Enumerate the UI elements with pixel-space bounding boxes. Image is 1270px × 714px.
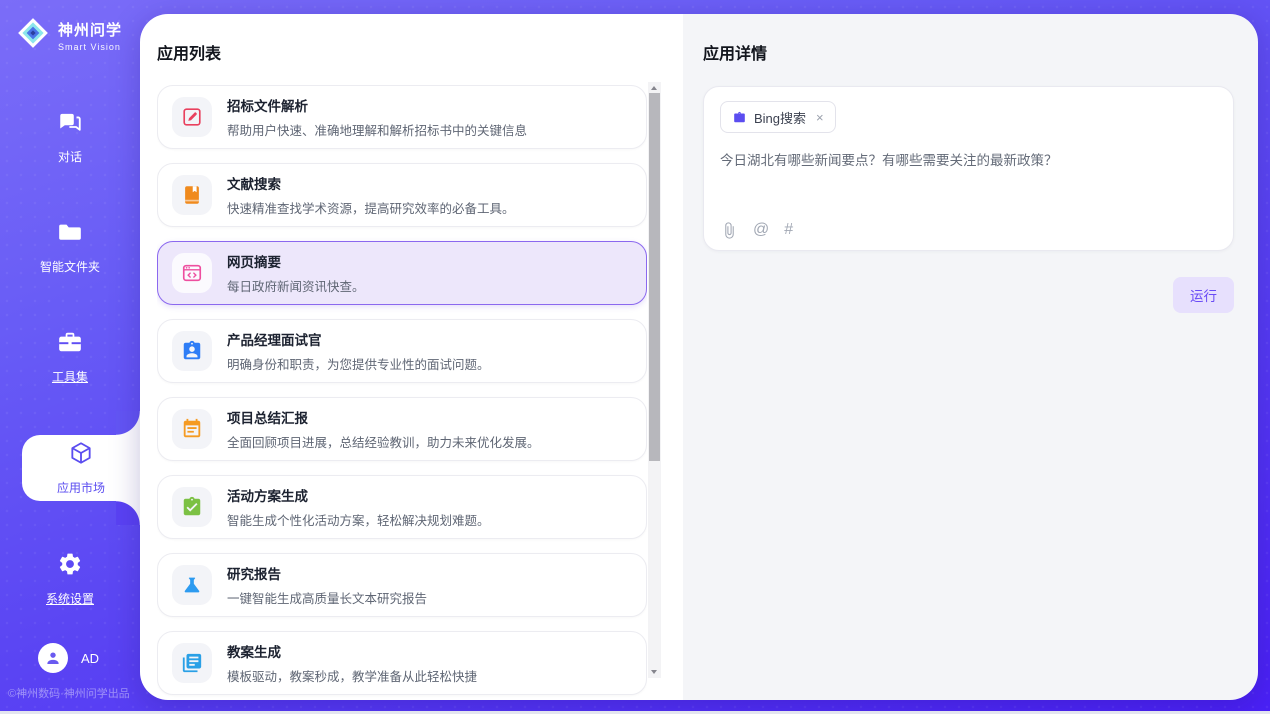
app-card-desc: 全面回顾项目进展，总结经验教训，助力未来优化发展。 [227, 432, 540, 451]
app-card-title: 活动方案生成 [227, 485, 490, 505]
app-card[interactable]: 招标文件解析 帮助用户快速、准确地理解和解析招标书中的关键信息 [157, 85, 647, 149]
sidebar-item-app-market[interactable]: 应用市场 [22, 435, 140, 501]
toolbox-icon [57, 329, 83, 360]
user-account[interactable]: AD [0, 643, 140, 673]
briefcase-icon [732, 110, 747, 125]
scrollbar-thumb[interactable] [649, 93, 660, 461]
user-avatar-icon [38, 643, 68, 673]
app-card-desc: 明确身份和职责，为您提供专业性的面试问题。 [227, 354, 490, 373]
brand: 神州问学 Smart Vision [0, 0, 140, 55]
app-card[interactable]: 产品经理面试官 明确身份和职责，为您提供专业性的面试问题。 [157, 319, 647, 383]
books-icon [172, 643, 212, 683]
app-detail-title: 应用详情 [703, 40, 1236, 64]
app-list: 招标文件解析 帮助用户快速、准确地理解和解析招标书中的关键信息 文献搜索 快速精… [157, 85, 647, 700]
app-card-desc: 一键智能生成高质量长文本研究报告 [227, 588, 427, 607]
cube-icon [68, 440, 94, 471]
main-container: 应用列表 招标文件解析 帮助用户快速、准确地理解和解析招标书中的关键信息 文献搜… [140, 14, 1258, 700]
user-name: AD [81, 651, 99, 666]
brand-name: 神州问学 [58, 19, 122, 40]
sidebar: 神州问学 Smart Vision 对话 智能文件夹 工具集 应用市场 系统设置… [0, 0, 140, 711]
app-card[interactable]: 文献搜索 快速精准查找学术资源，提高研究效率的必备工具。 [157, 163, 647, 227]
browser-code-icon [172, 253, 212, 293]
run-button[interactable]: 运行 [1173, 277, 1234, 313]
app-card-title: 产品经理面试官 [227, 329, 490, 349]
at-mention-icon[interactable]: @ [753, 221, 769, 239]
scrollbar[interactable] [648, 82, 661, 678]
prompt-composer: Bing搜索 × 今日湖北有哪些新闻要点？有哪些需要关注的最新政策？ @ # [703, 86, 1234, 251]
composer-toolbar: @ # [721, 221, 793, 239]
app-card-desc: 帮助用户快速、准确地理解和解析招标书中的关键信息 [227, 120, 527, 139]
app-card-desc: 快速精准查找学术资源，提高研究效率的必备工具。 [227, 198, 515, 217]
clipboard-check-icon [172, 487, 212, 527]
sidebar-item-chat[interactable]: 对话 [0, 105, 140, 169]
chat-icon [57, 109, 83, 140]
paperclip-icon[interactable] [721, 222, 738, 239]
book-icon [172, 175, 212, 215]
brand-logo-icon [16, 16, 50, 55]
tool-tag-label: Bing搜索 [754, 108, 806, 127]
app-card-desc: 智能生成个性化活动方案，轻松解决规划难题。 [227, 510, 490, 529]
notepad-icon [172, 409, 212, 449]
scrollbar-down-arrow-icon[interactable] [648, 666, 661, 678]
app-card-title: 招标文件解析 [227, 95, 527, 115]
hash-icon[interactable]: # [784, 221, 793, 239]
tool-tag-bing-search[interactable]: Bing搜索 × [720, 101, 836, 133]
app-card-title: 项目总结汇报 [227, 407, 540, 427]
brand-subtitle: Smart Vision [58, 42, 122, 52]
sidebar-item-toolset[interactable]: 工具集 [0, 325, 140, 389]
app-card-desc: 模板驱动，教案秒成，教学准备从此轻松快捷 [227, 666, 477, 685]
app-card-title: 教案生成 [227, 641, 477, 661]
app-list-panel: 应用列表 招标文件解析 帮助用户快速、准确地理解和解析招标书中的关键信息 文献搜… [140, 14, 683, 700]
app-card-desc: 每日政府新闻资讯快查。 [227, 276, 365, 295]
app-card-title: 研究报告 [227, 563, 427, 583]
gear-icon [57, 551, 83, 582]
app-card[interactable]: 网页摘要 每日政府新闻资讯快查。 [157, 241, 647, 305]
app-card-title: 网页摘要 [227, 251, 365, 271]
person-doc-icon [172, 331, 212, 371]
sidebar-nav: 对话 智能文件夹 工具集 应用市场 系统设置 [0, 105, 140, 657]
app-card[interactable]: 活动方案生成 智能生成个性化活动方案，轻松解决规划难题。 [157, 475, 647, 539]
flask-icon [172, 565, 212, 605]
sidebar-item-smart-folder[interactable]: 智能文件夹 [0, 215, 140, 279]
app-list-title: 应用列表 [157, 40, 221, 64]
doc-pen-icon [172, 97, 212, 137]
copyright-footer: ©神州数码·神州问学出品 [8, 685, 130, 701]
folder-icon [57, 219, 83, 250]
app-card[interactable]: 教案生成 模板驱动，教案秒成，教学准备从此轻松快捷 [157, 631, 647, 695]
app-detail-panel: 应用详情 Bing搜索 × 今日湖北有哪些新闻要点？有哪些需要关注的最新政策？ … [683, 14, 1258, 700]
app-card[interactable]: 项目总结汇报 全面回顾项目进展，总结经验教训，助力未来优化发展。 [157, 397, 647, 461]
close-icon[interactable]: × [816, 110, 824, 125]
sidebar-item-settings[interactable]: 系统设置 [0, 547, 140, 611]
query-input[interactable]: 今日湖北有哪些新闻要点？有哪些需要关注的最新政策？ [720, 151, 1217, 171]
app-card[interactable]: 研究报告 一键智能生成高质量长文本研究报告 [157, 553, 647, 617]
app-card-title: 文献搜索 [227, 173, 515, 193]
